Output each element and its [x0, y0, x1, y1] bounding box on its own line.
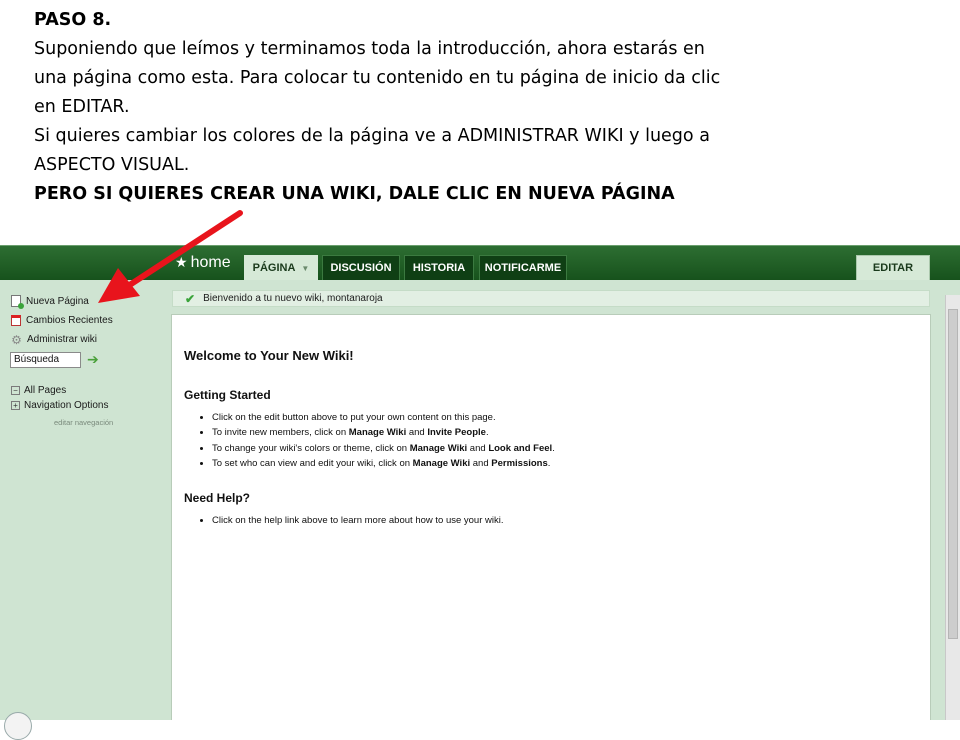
tab-label: PÁGINA	[252, 262, 296, 274]
expand-icon[interactable]: −	[11, 386, 20, 395]
wiki-screenshot: ★ home PÁGINA ▼ DISCUSIÓN HISTORIA NOTIFIC…	[0, 245, 960, 720]
top-navigation-bar: ★ home PÁGINA ▼ DISCUSIÓN HISTORIA NOTIFIC…	[0, 245, 960, 280]
tab-label: HISTORIA	[412, 262, 466, 274]
instruction-line: en EDITAR.	[34, 97, 130, 117]
new-page-icon	[11, 295, 24, 309]
instruction-emphasis: PERO SI QUIERES CREAR UNA WIKI, DALE CLI…	[34, 184, 675, 204]
tab-historia[interactable]: HISTORIA	[404, 255, 474, 280]
brand-label: home	[190, 254, 231, 271]
calendar-icon	[11, 315, 21, 326]
tree-item-label: All Pages	[24, 385, 67, 396]
wiki-brand[interactable]: ★ home	[175, 254, 231, 272]
instruction-line: una página como esta. Para colocar tu co…	[34, 68, 721, 88]
welcome-notice: ✔ Bienvenido a tu nuevo wiki, montanaroj…	[172, 290, 930, 307]
star-icon: ★	[175, 254, 188, 270]
scrollbar-thumb[interactable]	[948, 309, 958, 639]
sidebar-item-label: Cambios Recientes	[26, 315, 113, 326]
scrollbar[interactable]	[945, 295, 960, 720]
tab-pagina[interactable]: PÁGINA ▼	[244, 255, 318, 280]
instruction-text: PASO 8. Suponiendo que leímos y terminam…	[34, 6, 934, 209]
list-item: To change your wiki's colors or theme, c…	[212, 441, 555, 456]
edit-button-label: EDITAR	[872, 262, 914, 274]
tree-item-navigation-options[interactable]: + Navigation Options	[11, 400, 109, 411]
sidebar: Nueva Página Cambios Recientes ⚙ Adminis…	[0, 279, 170, 720]
list-item: To invite new members, click on Manage W…	[212, 425, 555, 440]
instruction-line: Si quieres cambiar los colores de la pág…	[34, 126, 710, 146]
page-content: Welcome to Your New Wiki! Getting Starte…	[171, 314, 931, 720]
step-heading: PASO 8.	[34, 10, 112, 30]
list-item: To set who can view and edit your wiki, …	[212, 456, 555, 471]
tab-notificarme[interactable]: NOTIFICARME	[479, 255, 567, 280]
list-item: Click on the help link above to learn mo…	[212, 513, 504, 528]
instruction-line: ASPECTO VISUAL.	[34, 155, 190, 175]
section-heading-getting-started: Getting Started	[184, 388, 271, 402]
list-item: Click on the edit button above to put yo…	[212, 410, 555, 425]
sidebar-item-administrar-wiki[interactable]: ⚙ Administrar wiki	[11, 332, 98, 347]
corner-circle-icon	[4, 712, 32, 740]
page-title: Welcome to Your New Wiki!	[184, 348, 354, 363]
getting-started-list: Click on the edit button above to put yo…	[200, 410, 555, 471]
checkmark-icon: ✔	[185, 291, 196, 306]
tree-item-all-pages[interactable]: − All Pages	[11, 385, 66, 396]
sidebar-item-label: Nueva Página	[26, 295, 89, 307]
edit-navigation-link[interactable]: editar navegación	[54, 418, 113, 427]
expand-icon[interactable]: +	[11, 401, 20, 410]
gear-icon: ⚙	[11, 332, 22, 347]
sidebar-item-label: Administrar wiki	[27, 334, 98, 345]
tree-item-label: Navigation Options	[24, 400, 109, 411]
tab-label: NOTIFICARME	[484, 262, 562, 274]
sidebar-item-cambios-recientes[interactable]: Cambios Recientes	[11, 315, 113, 326]
chevron-down-icon: ▼	[301, 263, 310, 273]
search-input[interactable]: Búsqueda	[10, 352, 81, 368]
need-help-list: Click on the help link above to learn mo…	[200, 513, 504, 528]
sidebar-item-nueva-pagina[interactable]: Nueva Página	[11, 295, 89, 309]
edit-button[interactable]: EDITAR	[856, 255, 930, 280]
instruction-line: Suponiendo que leímos y terminamos toda …	[34, 39, 705, 59]
search-go-arrow-icon[interactable]: ➔	[87, 353, 99, 367]
section-heading-need-help: Need Help?	[184, 491, 251, 505]
tab-discusion[interactable]: DISCUSIÓN	[322, 255, 400, 280]
notice-text: Bienvenido a tu nuevo wiki, montanaroja	[203, 293, 383, 304]
tab-label: DISCUSIÓN	[330, 262, 392, 274]
